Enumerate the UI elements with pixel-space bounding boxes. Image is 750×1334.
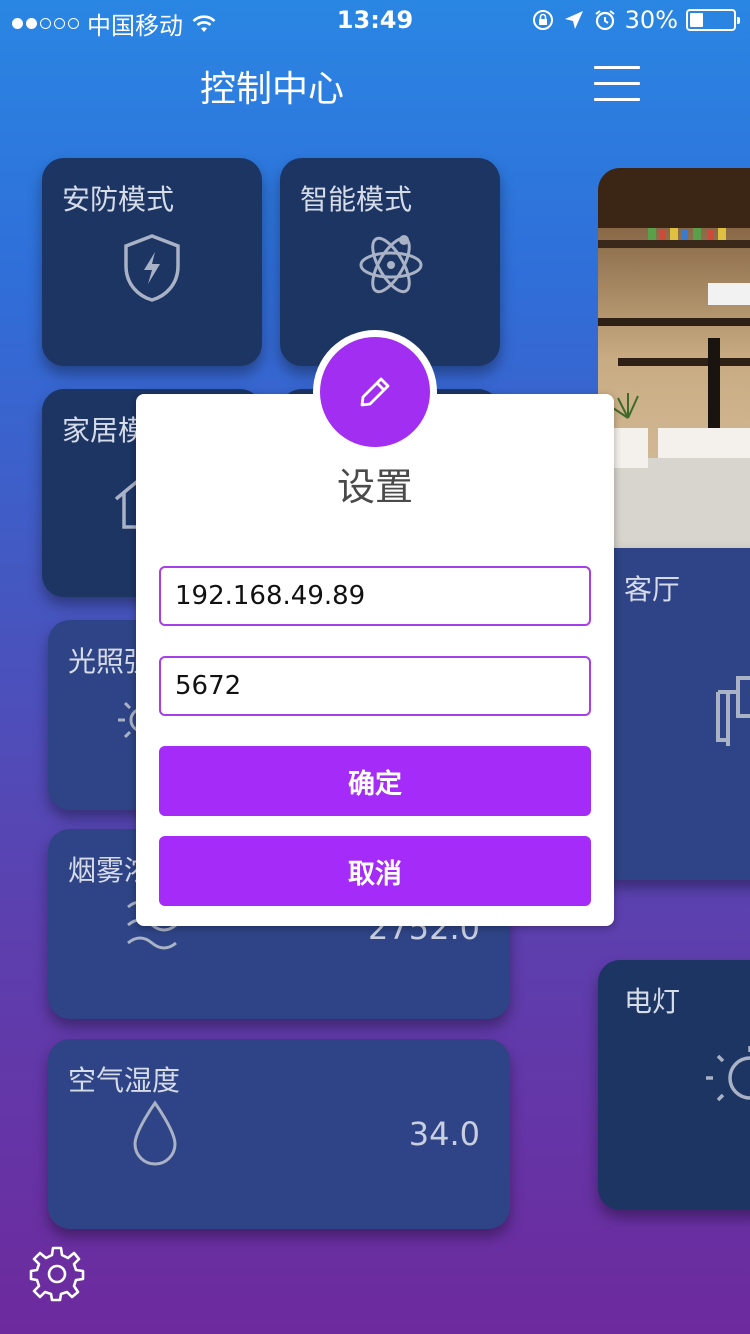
port-input[interactable]	[159, 656, 591, 716]
tile-label: 客厅	[624, 573, 681, 606]
cancel-button[interactable]: 取消	[159, 836, 591, 906]
tile-label: 安防模式	[62, 183, 175, 216]
dialog-title: 设置	[336, 465, 413, 509]
atom-icon	[359, 235, 423, 294]
tile-living-room[interactable]: 客厅	[598, 548, 750, 880]
tile-humidity[interactable]: 空气湿度 34.0	[48, 1039, 510, 1229]
ip-address-input[interactable]	[159, 566, 591, 626]
living-room-photo	[598, 168, 750, 548]
tile-label: 空气湿度	[68, 1064, 181, 1097]
status-bar: 中国移动 13:49 30%	[0, 0, 750, 40]
rotation-lock-icon	[532, 10, 553, 30]
tile-value: 34.0	[408, 1115, 480, 1153]
gear-icon[interactable]	[28, 1244, 86, 1302]
door-icon	[716, 676, 750, 746]
dialog-icon-badge	[313, 330, 437, 454]
shield-bolt-icon	[124, 234, 180, 302]
battery-icon	[686, 9, 740, 31]
confirm-button[interactable]: 确定	[159, 746, 591, 816]
settings-dialog: 设置 确定 取消	[136, 394, 614, 926]
location-icon	[564, 11, 583, 29]
menu-button[interactable]	[594, 66, 640, 102]
tile-label: 电灯	[624, 985, 681, 1018]
battery-percent: 30%	[624, 6, 678, 34]
alarm-icon	[595, 10, 615, 31]
tile-lamp[interactable]: 电灯	[598, 960, 750, 1210]
page-title: 控制中心	[200, 69, 345, 110]
tile-label: 家居模	[62, 414, 147, 447]
tile-security-mode[interactable]: 安防模式	[42, 158, 262, 366]
drop-icon	[133, 1100, 177, 1166]
status-bar-right: 30%	[531, 6, 740, 34]
hamburger-icon	[594, 66, 640, 69]
bulb-icon	[706, 1046, 750, 1102]
tile-label: 智能模式	[300, 183, 413, 216]
pencil-icon	[360, 377, 390, 407]
